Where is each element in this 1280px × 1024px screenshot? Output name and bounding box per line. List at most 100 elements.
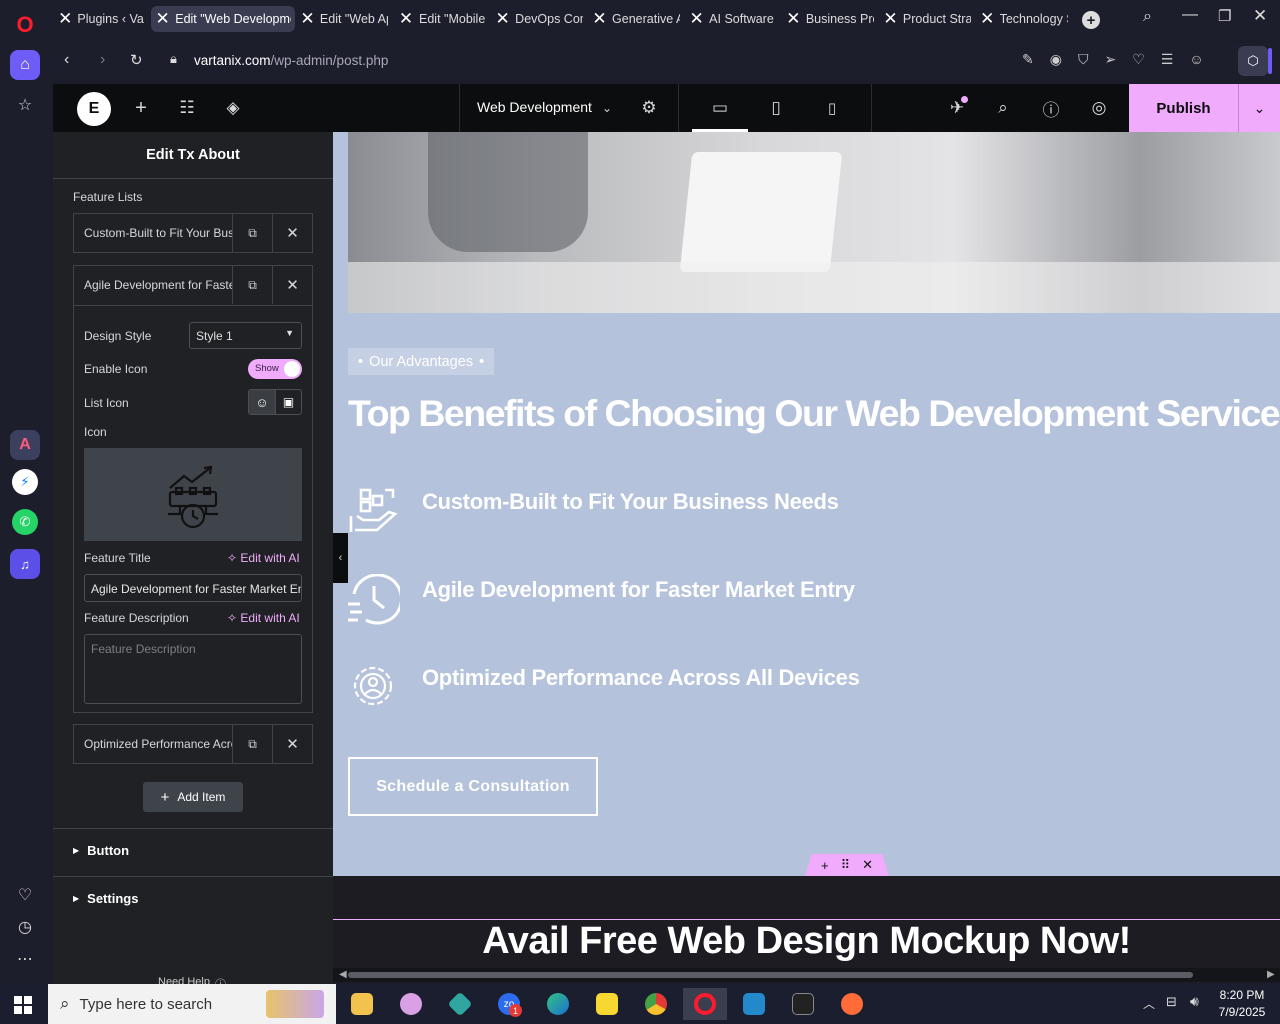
page-settings-gear-icon[interactable]: ⚙ [639,84,659,132]
mobile-view-icon[interactable]: ▯ [817,84,847,132]
opera-logo-icon[interactable]: O [10,10,40,40]
desktop-view-icon[interactable]: ▭ [692,84,748,132]
chrome-icon[interactable] [636,988,676,1020]
schedule-consultation-button[interactable]: Schedule a Consultation [348,757,598,816]
star-icon[interactable]: ☆ [10,90,40,120]
feature-description-textarea[interactable]: Feature Description [84,634,302,704]
scrollbar-thumb[interactable] [348,972,1193,978]
duplicate-icon[interactable]: ⧉ [232,266,272,304]
repeater-item[interactable]: Optimized Performance Across All Devices… [73,724,313,764]
remove-icon[interactable]: ✕ [272,266,312,304]
camera-icon[interactable]: ◉ [1050,51,1062,68]
tab[interactable]: ✕ Generative A [588,6,684,32]
close-window-button[interactable]: ✕ [1253,6,1267,26]
repeater-item[interactable]: Custom-Built to Fit Your Business Needs … [73,213,313,253]
horizontal-scrollbar[interactable]: ◀ ▶ [333,968,1280,982]
file-explorer-icon[interactable] [342,988,382,1020]
whatsapp-icon[interactable]: ✆ [12,509,38,535]
tablet-view-icon[interactable]: ▯ [761,84,791,132]
page-title[interactable]: Web Development [477,99,592,115]
tab-active[interactable]: ✕ Edit "Web Developme [151,6,295,32]
clock[interactable]: 8:20 PM 7/9/2025 [1212,987,1272,1021]
chevron-down-icon[interactable]: ⌄ [599,84,615,132]
terminal-icon[interactable] [783,988,823,1020]
hero-image[interactable] [348,132,1280,313]
add-section-icon[interactable]: + [821,858,829,873]
app-diamond-icon[interactable] [440,988,480,1020]
feature-title-input[interactable]: Agile Development for Faster Market Entr… [84,574,302,602]
publish-options-chevron-icon[interactable]: ⌄ [1238,84,1280,132]
tab[interactable]: ✕ Plugins ‹ Vart [54,6,148,32]
tab[interactable]: ✕ Edit "Web Ap [296,6,392,32]
reload-button[interactable]: ↻ [130,51,143,69]
settings-section-toggle[interactable]: ▶ Settings [73,891,138,906]
sticky-notes-icon[interactable] [587,988,627,1020]
notifications-icon[interactable]: ✈ [945,84,969,132]
postman-icon[interactable] [832,988,872,1020]
music-icon[interactable]: ♫ [10,549,40,579]
history-icon[interactable]: ◷ [10,912,40,942]
delete-section-icon[interactable]: ✕ [862,857,873,873]
paint-icon[interactable] [391,988,431,1020]
image-icon[interactable]: ▣ [274,390,301,414]
tab[interactable]: ✕ Business Pro [782,6,878,32]
menu-icon[interactable]: ☰ [1161,51,1174,68]
elementor-logo-icon[interactable]: E [77,92,111,126]
opera-taskbar-icon[interactable] [683,988,727,1020]
home-icon[interactable]: ⌂ [10,50,40,80]
repeater-item-header[interactable]: Agile Development for Faster Market Entr… [74,266,312,306]
edge-icon[interactable] [538,988,578,1020]
add-element-icon[interactable]: + [131,84,151,132]
tab[interactable]: ✕ AI Software I [685,6,781,32]
search-tabs-icon[interactable]: ⌕ [1143,8,1152,26]
add-item-button[interactable]: + Add Item [143,782,243,812]
button-section-toggle[interactable]: ▶ Button [73,843,129,858]
tab[interactable]: ✕ Product Strat [879,6,975,32]
drag-section-icon[interactable]: ⠿ [841,857,851,873]
vscode-icon[interactable] [734,988,774,1020]
search-icon[interactable]: ⌕ [991,84,1015,132]
remove-icon[interactable]: ✕ [272,725,312,763]
remove-icon[interactable]: ✕ [272,214,312,252]
url-field[interactable]: vartanix.com/wp-admin/post.php [194,53,388,68]
publish-button[interactable]: Publish [1129,84,1238,132]
icon-preview[interactable] [84,448,302,541]
need-help-link[interactable]: Need Help ⓘ [158,976,226,984]
back-button[interactable]: ‹ [64,51,69,69]
section-handle[interactable]: + ⠿ ✕ [805,854,889,876]
edit-with-ai-title-button[interactable]: ✧ Edit with AI [227,551,300,565]
enable-icon-toggle[interactable]: Show [248,359,302,379]
tab[interactable]: ✕ Technology S [976,6,1072,32]
site-settings-icon[interactable]: ☷ [177,84,197,132]
new-tab-button[interactable]: + [1082,11,1100,29]
edit-page-icon[interactable]: ✎ [1022,51,1034,68]
zoom-icon[interactable]: zo 1 [489,988,529,1020]
network-icon[interactable]: ⊟ [1166,994,1177,1010]
structure-layers-icon[interactable]: ◈ [223,84,243,132]
windows-start-icon[interactable] [14,996,32,1014]
edit-with-ai-desc-button[interactable]: ✧ Edit with AI [227,611,300,625]
messenger-icon[interactable]: ⚡ [12,469,38,495]
duplicate-icon[interactable]: ⧉ [232,214,272,252]
design-style-select[interactable]: Style 1 ▼ [189,322,302,349]
show-hidden-icons-icon[interactable]: ︿ [1143,995,1155,1012]
restore-button[interactable]: ❐ [1218,7,1231,25]
tab[interactable]: ✕ DevOps Con [491,6,587,32]
taskbar-search-field[interactable]: ⌕ Type here to search [48,984,336,1024]
help-icon[interactable]: ⓘ [1039,84,1063,132]
minimize-button[interactable]: — [1182,6,1198,24]
volume-icon[interactable]: 🔊︎ [1190,993,1199,1010]
preview-eye-icon[interactable]: ◎ [1087,84,1111,132]
collapse-panel-button[interactable]: ‹ [333,533,348,583]
send-icon[interactable]: ➢ [1104,51,1116,68]
aria-icon[interactable]: A [10,430,40,460]
heart-icon[interactable]: ♡ [10,880,40,910]
forward-button[interactable]: › [100,51,105,69]
emoji-icon[interactable]: ☺ [249,390,275,414]
heart-outline-icon[interactable]: ♡ [1132,51,1145,68]
duplicate-icon[interactable]: ⧉ [232,725,272,763]
extension-icon[interactable]: ⬡ [1238,46,1268,76]
profile-icon[interactable]: ☺ [1189,51,1203,68]
shield-icon[interactable]: ⛉ [1078,51,1089,68]
more-icon[interactable]: ⋯ [10,944,40,974]
